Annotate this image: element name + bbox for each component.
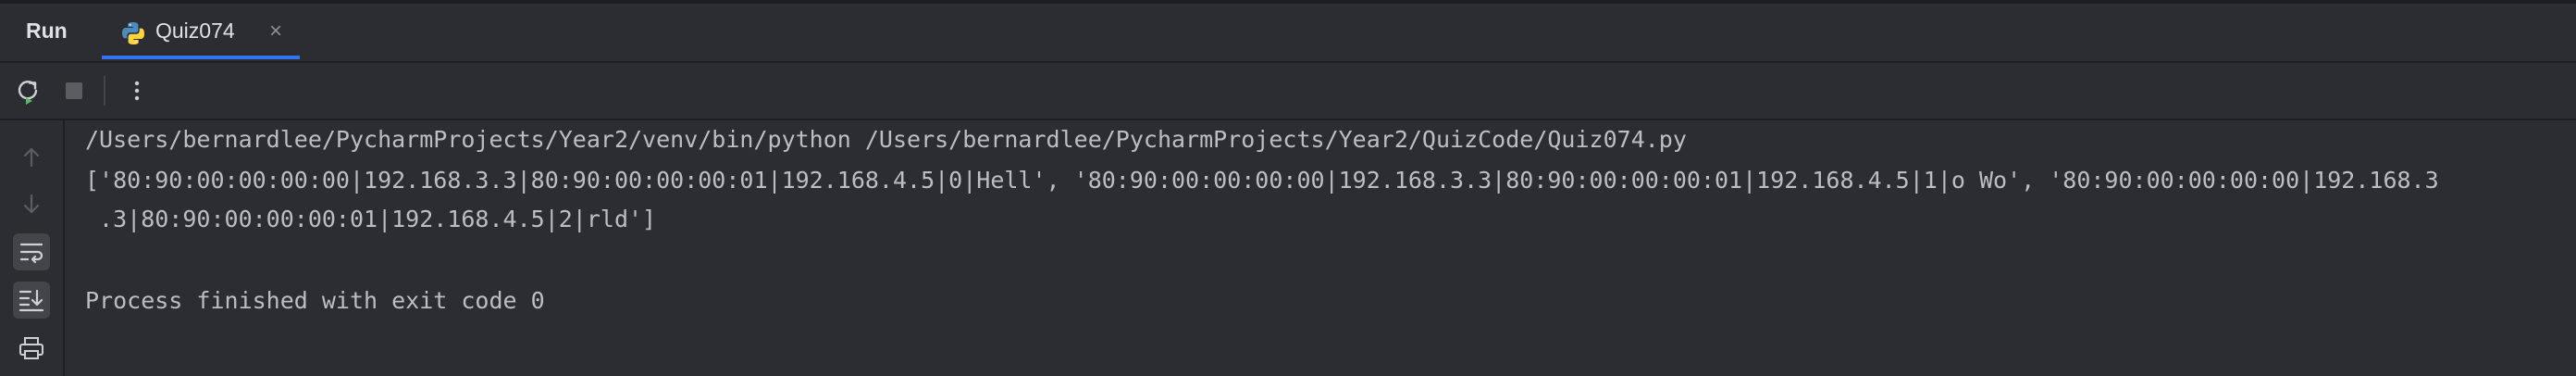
output-line: ['80:90:00:00:00:00|192.168.3.3|80:90:00… bbox=[85, 167, 2439, 194]
scroll-down-icon[interactable] bbox=[13, 185, 50, 222]
run-tab-bar: Run Quiz074 × bbox=[0, 0, 2576, 63]
print-icon[interactable] bbox=[13, 330, 50, 367]
rerun-icon[interactable] bbox=[11, 74, 44, 107]
tab-quiz074[interactable]: Quiz074 × bbox=[102, 6, 300, 59]
run-toolbar bbox=[0, 63, 2576, 120]
console-side-toolbar bbox=[0, 120, 65, 376]
run-tool-window: Run Quiz074 × /Users/bernardlee/PycharmP… bbox=[0, 0, 2576, 376]
command-line: /Users/bernardlee/PycharmProjects/Year2/… bbox=[85, 126, 1687, 153]
python-icon bbox=[120, 20, 146, 46]
exit-message: Process finished with exit code 0 bbox=[85, 287, 545, 314]
close-icon[interactable]: × bbox=[265, 20, 287, 43]
output-line-wrapped: .3|80:90:00:00:00:01|192.168.4.5|2|rld'] bbox=[85, 206, 657, 232]
toolbar-separator bbox=[104, 76, 105, 106]
top-border bbox=[0, 0, 2576, 4]
scroll-to-end-icon[interactable] bbox=[13, 282, 50, 319]
scroll-up-icon[interactable] bbox=[13, 139, 50, 176]
console-output[interactable]: /Users/bernardlee/PycharmProjects/Year2/… bbox=[65, 120, 2576, 376]
run-panel-title: Run bbox=[26, 19, 68, 43]
more-options-icon[interactable] bbox=[120, 74, 154, 107]
soft-wrap-icon[interactable] bbox=[13, 233, 50, 270]
tab-label: Quiz074 bbox=[155, 19, 235, 43]
stop-icon[interactable] bbox=[57, 74, 91, 107]
